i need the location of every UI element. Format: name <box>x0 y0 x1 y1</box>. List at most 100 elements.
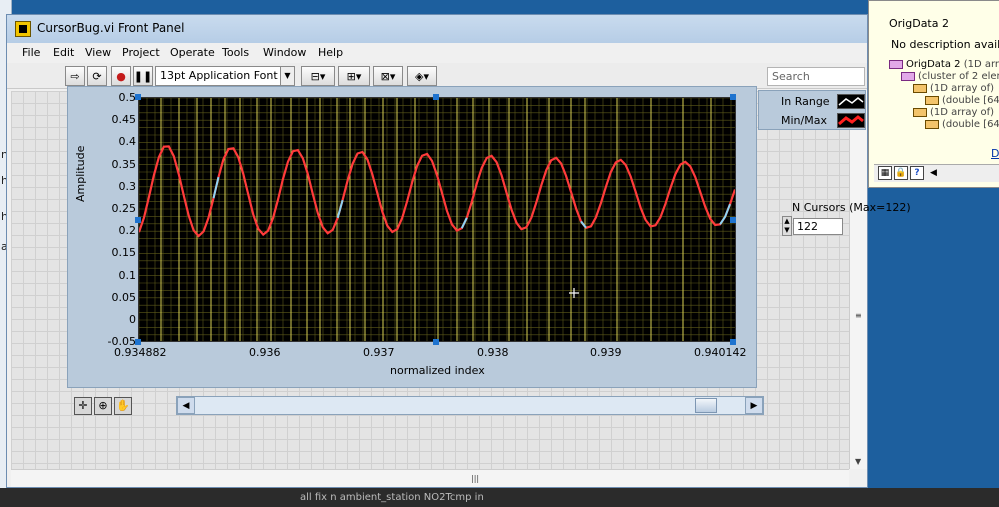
scroll-left-icon[interactable]: ◀ <box>930 168 937 178</box>
legend-item-in-range[interactable]: In Range <box>761 93 865 110</box>
selection-handle[interactable] <box>730 217 736 223</box>
y-tick-label: 0.45 <box>111 113 137 126</box>
x-tick-label: 0.936 <box>249 346 281 359</box>
crosshair-tool-icon[interactable]: ✛ <box>74 397 92 415</box>
vertical-scrollbar[interactable]: ≡ ▼ <box>849 91 867 469</box>
plot-svg[interactable] <box>137 97 737 341</box>
align-icon: ⊟▾ <box>310 69 326 83</box>
selection-handle[interactable] <box>135 339 141 345</box>
y-tick-label: 0.15 <box>111 246 137 259</box>
menu-project[interactable]: Project <box>122 46 160 59</box>
zoom-tool-icon[interactable]: ⊕ <box>94 397 112 415</box>
simple-help-icon[interactable]: ▦ <box>878 166 892 180</box>
menu-edit[interactable]: Edit <box>53 46 74 59</box>
abort-button[interactable]: ● <box>111 66 131 86</box>
x-tick-label: 0.939 <box>590 346 622 359</box>
waveform-trace-in-range <box>719 203 731 225</box>
scroll-thumb-icon[interactable]: ≡ <box>855 311 862 320</box>
align-objects-button[interactable]: ⊟▾ <box>301 66 335 86</box>
y-tick-label: 0.05 <box>111 291 137 304</box>
menu-bar: File Edit View Project Operate Tools Win… <box>7 43 867 63</box>
array-type-icon <box>913 107 927 117</box>
run-arrow-icon: ⇨ <box>70 69 80 83</box>
y-tick-label: 0 <box>129 313 136 326</box>
n-cursors-input[interactable]: 122 <box>793 218 843 235</box>
menu-operate[interactable]: Operate <box>170 46 215 59</box>
graph-scroll-thumb[interactable] <box>695 398 717 413</box>
array-type-icon <box>889 59 903 69</box>
font-select-value: 13pt Application Font <box>160 69 278 82</box>
lock-icon[interactable]: 🔒 <box>894 166 908 180</box>
reorder-icon: ◈▾ <box>415 69 429 83</box>
detailed-help-link[interactable]: D <box>991 147 999 160</box>
waveform-trace-min-max <box>137 145 737 238</box>
horizontal-scrollbar[interactable]: ||| <box>11 469 849 487</box>
y-tick-label: 0.2 <box>118 224 137 237</box>
menu-view[interactable]: View <box>85 46 111 59</box>
array-type-icon <box>913 83 927 93</box>
menu-file[interactable]: File <box>22 46 40 59</box>
y-tick-label: 0.4 <box>118 135 137 148</box>
context-help-toolbar: ▦ 🔒 ? ◀ <box>874 164 999 182</box>
stop-icon: ● <box>116 69 126 83</box>
n-cursors-increment-decrement[interactable]: ▲ ▼ <box>782 216 792 236</box>
y-tick-label: 0.1 <box>118 269 137 282</box>
legend-swatch-min-max <box>837 113 865 128</box>
legend-item-min-max[interactable]: Min/Max <box>761 112 865 129</box>
reorder-button[interactable]: ◈▾ <box>407 66 437 86</box>
resize-objects-button[interactable]: ⊠▾ <box>373 66 403 86</box>
pan-hand-icon[interactable]: ✋ <box>114 397 132 415</box>
scroll-right-icon[interactable]: ▶ <box>745 397 763 414</box>
ctx-tree-item: OrigData 2 (1D arra <box>889 59 999 70</box>
run-continuously-button[interactable]: ⟳ <box>87 66 107 86</box>
resize-icon: ⊠▾ <box>380 69 396 83</box>
waveform-trace-in-range <box>460 217 468 229</box>
context-help-title: OrigData 2 <box>889 17 949 30</box>
menu-tools[interactable]: Tools <box>222 46 249 59</box>
y-tick-label: 0.5 <box>118 91 137 104</box>
y-axis-title: Amplitude <box>74 145 87 202</box>
font-select[interactable]: 13pt Application Font ▼ <box>155 66 295 86</box>
chevron-down-icon: ▼ <box>280 67 294 85</box>
scroll-left-icon[interactable]: ◀ <box>177 397 195 414</box>
selection-handle[interactable] <box>730 94 736 100</box>
cluster-type-icon <box>901 71 915 81</box>
ctx-tree-item: (double [64- <box>925 95 999 106</box>
x-tick-label: 0.937 <box>363 346 395 359</box>
run-continuously-icon: ⟳ <box>92 69 102 83</box>
plot-legend[interactable]: In Range Min/Max <box>758 90 866 130</box>
search-input[interactable]: Search <box>767 67 865 86</box>
ctx-tree-item: (1D array of) <box>913 107 994 118</box>
y-tick-label: 0.35 <box>111 158 137 171</box>
selection-handle[interactable] <box>433 339 439 345</box>
run-button[interactable]: ⇨ <box>65 66 85 86</box>
labview-vi-icon <box>15 21 31 37</box>
context-help-description: No description availab <box>891 38 999 51</box>
waveform-trace-in-range <box>212 176 220 199</box>
pause-button[interactable]: ❚❚ <box>133 66 153 86</box>
window-title: CursorBug.vi Front Panel <box>37 21 185 35</box>
graph-x-scrollbar[interactable]: ◀ ▶ <box>176 396 764 415</box>
title-bar[interactable]: CursorBug.vi Front Panel <box>7 15 867 43</box>
menu-window[interactable]: Window <box>263 46 306 59</box>
distribute-objects-button[interactable]: ⊞▾ <box>338 66 370 86</box>
selection-handle[interactable] <box>135 217 141 223</box>
selection-handle[interactable] <box>433 94 439 100</box>
legend-label: Min/Max <box>781 114 827 127</box>
menu-help[interactable]: Help <box>318 46 343 59</box>
selection-handle[interactable] <box>135 94 141 100</box>
help-question-icon[interactable]: ? <box>910 166 924 180</box>
plot-area[interactable] <box>137 97 737 342</box>
x-tick-label: 0.940142 <box>694 346 747 359</box>
scroll-down-icon[interactable]: ▼ <box>855 457 861 466</box>
scroll-thumb-icon[interactable]: ||| <box>471 474 479 483</box>
double-type-icon <box>925 95 939 105</box>
x-tick-label: 0.938 <box>477 346 509 359</box>
n-cursors-label: N Cursors (Max=122) <box>792 201 911 214</box>
y-tick-label: 0.3 <box>118 180 137 193</box>
waveform-graph[interactable]: Amplitude 0.5 0.45 0.4 0.35 0.3 0.25 0.2… <box>67 86 757 388</box>
pause-icon: ❚❚ <box>133 69 153 83</box>
legend-label: In Range <box>781 95 830 108</box>
selection-handle[interactable] <box>730 339 736 345</box>
distribute-icon: ⊞▾ <box>346 69 362 83</box>
